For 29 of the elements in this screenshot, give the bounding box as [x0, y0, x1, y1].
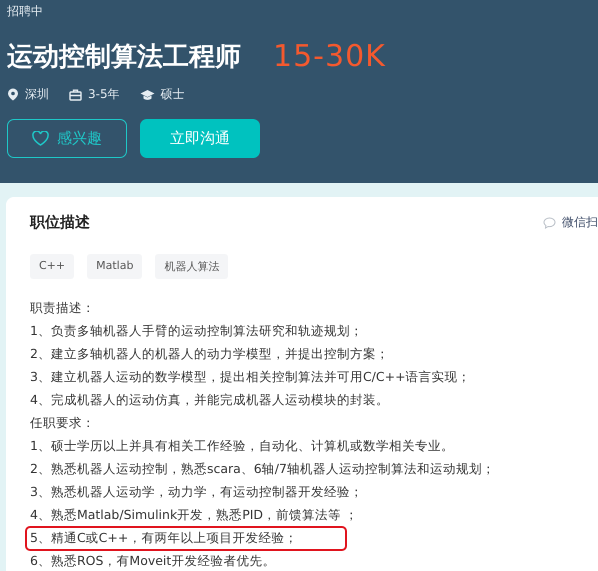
status-label: 招聘中	[7, 3, 44, 19]
graduation-cap-icon	[140, 88, 155, 100]
description-line: 1、硕士学历以上并具有相关工作经验，自动化、计算机或数学相关专业。	[30, 437, 454, 455]
description-line: 2、建立多轴机器人的机器人的动力学模型，并提出控制方案；	[30, 345, 389, 363]
chat-button[interactable]: 立即沟通	[140, 119, 260, 158]
description-line: 1、负责多轴机器人手臂的运动控制算法研究和轨迹规划；	[30, 322, 363, 340]
chat-bubble-icon	[543, 216, 556, 228]
description-line: 3、熟悉机器人运动学，动力学，有运动控制器开发经验；	[30, 483, 363, 501]
skill-tag: Matlab	[87, 254, 142, 279]
description-line: 3、建立机器人运动的数学模型，提出相关控制算法并可用C/C++语言实现；	[30, 368, 471, 386]
description-line: 任职要求：	[30, 414, 95, 432]
description-line: 4、完成机器人的运动仿真，并能完成机器人运动模块的封装。	[30, 391, 389, 409]
job-meta-text: 3-5年	[88, 86, 120, 103]
description-line: 4、熟悉Matlab/Simulink开发，熟悉PID，前馈算法等 ；	[30, 506, 358, 524]
location-pin-icon	[7, 88, 19, 101]
heart-icon	[32, 131, 49, 146]
skill-tag: C++	[30, 254, 74, 279]
description-line: 职责描述：	[30, 299, 95, 317]
description-line: 2、熟悉机器人运动控制，熟悉scara、6轴/7轴机器人运动控制算法和运动规划；	[30, 460, 495, 478]
interest-button[interactable]: 感兴趣	[7, 119, 127, 158]
salary: 15-30K	[273, 38, 386, 74]
section-title: 职位描述	[30, 213, 90, 232]
skill-tag: 机器人算法	[155, 254, 228, 279]
wechat-share-link[interactable]: 微信扫	[562, 214, 598, 231]
job-meta-text: 深圳	[25, 86, 49, 103]
briefcase-icon	[69, 88, 82, 100]
job-meta-text: 硕士	[160, 86, 185, 103]
job-title: 运动控制算法工程师	[7, 40, 241, 74]
description-line: 6、熟悉ROS，有Moveit开发经验者优先。	[30, 552, 276, 570]
